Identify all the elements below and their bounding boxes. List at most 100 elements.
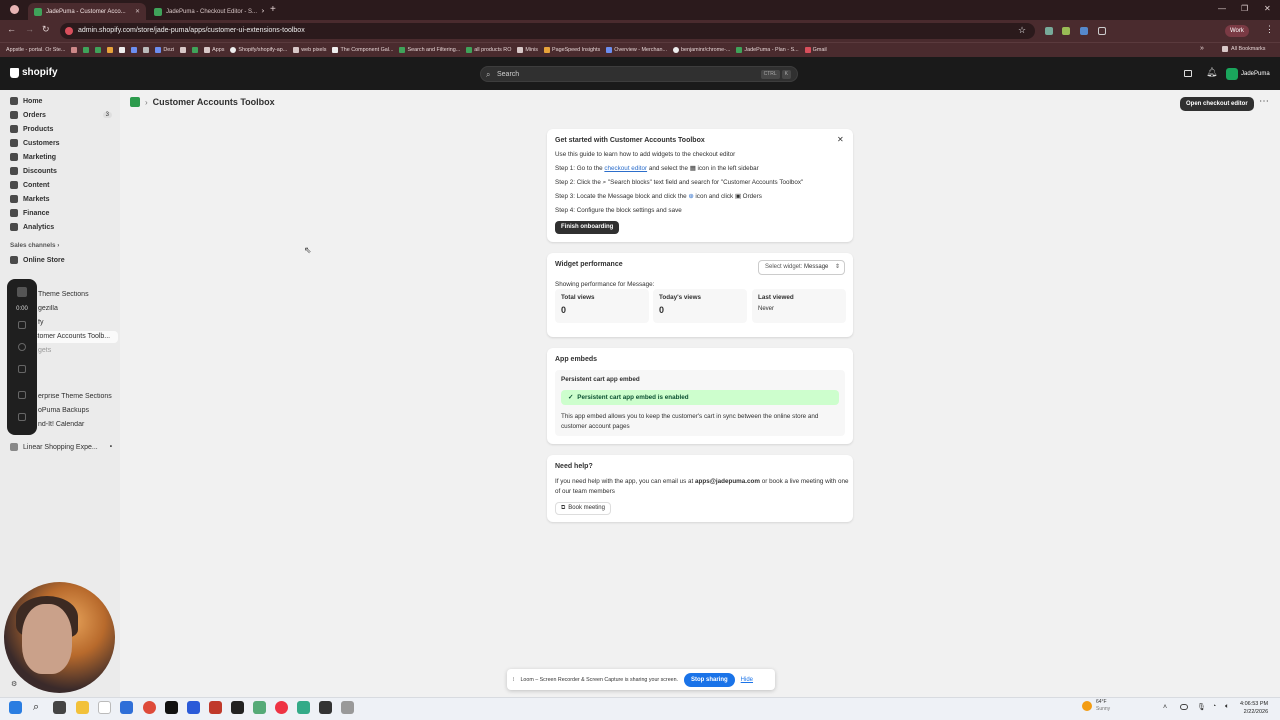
docs-icon[interactable] [120,701,133,714]
nav-analytics[interactable]: Analytics [10,223,112,231]
stop-recording-icon[interactable] [17,287,27,297]
extension-icon[interactable] [1045,27,1053,35]
volume-icon[interactable]: 🔈︎ [1225,703,1229,711]
bookmark-item[interactable] [131,47,138,53]
app-widgets[interactable]: gets [38,347,122,354]
bookmark-item[interactable]: Dezi [155,47,174,53]
bookmark-item[interactable]: Shopify/shopify-ap... [230,47,287,53]
draw-icon[interactable] [18,391,26,399]
bookmark-item[interactable] [71,47,78,53]
restart-icon[interactable] [18,343,26,351]
bookmark-item[interactable]: PageSpeed Insights [543,47,600,53]
app-icon[interactable] [209,701,222,714]
app-jadepuma-backups[interactable]: oPuma Backups [38,407,122,414]
extension-icon[interactable] [1062,27,1070,35]
cloud-icon[interactable] [1180,704,1188,710]
back-icon[interactable]: ← [7,24,16,34]
bookmark-item[interactable]: web pixels [293,47,326,53]
app-gezilla[interactable]: gezilla [38,305,122,312]
windows-start-icon[interactable] [9,701,22,714]
bookmark-item[interactable] [95,47,102,53]
finish-onboarding-button[interactable]: Finish onboarding [555,221,620,234]
app-find-it-calendar[interactable]: nd-It! Calendar [38,421,122,428]
trash-icon[interactable] [18,365,26,373]
book-meeting-button[interactable]: ⧉ Book meeting [555,502,611,515]
bookmark-star-icon[interactable]: ☆ [1018,25,1026,36]
profile-work-chip[interactable]: Work [1225,25,1249,37]
nav-online-store[interactable]: Online Store [10,256,112,264]
store-icon[interactable] [1184,70,1192,77]
weather-widget[interactable]: 64°F Sunny [1082,699,1110,713]
close-tab-icon[interactable]: ✕ [261,8,264,15]
extensions-puzzle-icon[interactable] [1098,27,1106,35]
nav-customers[interactable]: Customers [10,139,112,147]
bookmark-item[interactable] [119,47,126,53]
tab-customer-accounts[interactable]: JadePuma - Customer Acco... ✕ [28,3,146,20]
bookmark-item[interactable]: Search and Filtering... [399,47,460,53]
task-view-icon[interactable] [53,701,66,714]
all-bookmarks-button[interactable]: All Bookmarks [1222,46,1265,52]
powershell-icon[interactable] [187,701,200,714]
bookmark-item[interactable]: Apps [204,47,224,53]
search-icon[interactable]: ⌕ [33,701,39,714]
new-tab-icon[interactable]: + [270,4,276,15]
close-icon[interactable]: ✕ [837,135,844,144]
bookmark-item[interactable] [192,47,199,53]
admin-search-input[interactable]: ⌕ Search CTRL K [480,66,798,82]
store-menu-button[interactable]: JadePuma [1226,68,1270,80]
more-actions-icon[interactable]: ⋯ [1259,96,1269,107]
webcam-bubble[interactable] [4,582,115,693]
support-email[interactable]: apps@jadepuma.com [695,478,760,485]
checkout-editor-link[interactable]: checkout editor [604,165,647,172]
app-enterprise-theme-sections[interactable]: erprise Theme Sections [38,393,122,400]
open-checkout-editor-button[interactable]: Open checkout editor [1180,97,1254,111]
chrome-icon[interactable] [143,701,156,714]
hide-button[interactable]: Hide [741,677,753,683]
site-info-icon[interactable] [65,27,73,35]
maximize-icon[interactable]: ❐ [1241,4,1248,13]
browser-menu-icon[interactable]: ⋮ [1265,24,1274,35]
bookmark-item[interactable]: Appstle - portal. Or Ste... [6,47,65,53]
bookmark-item[interactable]: Overview - Merchan... [606,47,667,53]
bookmark-item[interactable] [83,47,90,53]
terminal-icon[interactable] [165,701,178,714]
grid-icon[interactable] [18,413,26,421]
shopify-logo[interactable]: shopify [10,67,58,78]
notion-icon[interactable] [319,701,332,714]
chrome-profile-icon[interactable] [275,701,288,714]
nav-content[interactable]: Content [10,181,112,189]
app-icon[interactable] [297,701,310,714]
mic-icon[interactable]: 🎙︎ [1197,703,1206,711]
wifi-icon[interactable]: ◔ [1212,703,1216,710]
chevron-up-icon[interactable]: ˄ [1163,704,1167,711]
nav-finance[interactable]: Finance [10,209,112,217]
bookmark-item[interactable]: benjaminr/chrome-... [672,47,730,53]
app-fy[interactable]: fy [38,319,122,326]
more-bookmarks-icon[interactable]: » [1200,45,1204,52]
notepad-icon[interactable] [98,701,111,714]
close-tab-icon[interactable]: ✕ [135,8,140,15]
system-clock[interactable]: 4:06:53 PM 2/22/2026 [1240,700,1268,716]
file-explorer-icon[interactable] [76,701,89,714]
forward-icon[interactable]: → [25,24,34,34]
bookmark-item[interactable]: JadePuma - Plan - S... [736,47,799,53]
bookmark-item[interactable] [143,47,150,53]
profile-icon[interactable] [10,5,19,14]
nav-marketing[interactable]: Marketing [10,153,112,161]
calculator-icon[interactable] [253,701,266,714]
pause-icon[interactable] [18,321,26,329]
nav-markets[interactable]: Markets [10,195,112,203]
bookmark-item[interactable]: Gmail [804,47,827,53]
nav-discounts[interactable]: Discounts [10,167,112,175]
select-widget-dropdown[interactable]: Select widget: Message ⇕ [758,260,845,275]
reload-icon[interactable]: ↻ [42,24,50,35]
bookmark-item[interactable] [107,47,114,53]
close-window-icon[interactable]: ✕ [1264,4,1271,13]
nav-products[interactable]: Products [10,125,112,133]
bookmark-item[interactable]: The Component Gal... [332,47,393,53]
extension-icon[interactable] [1080,27,1088,35]
bookmark-item[interactable]: Minis [517,47,538,53]
sales-channels-heading[interactable]: Sales channels › [10,242,59,249]
app-icon[interactable] [341,701,354,714]
tab-checkout-editor[interactable]: JadePuma - Checkout Editor - S... ✕ [148,3,264,20]
